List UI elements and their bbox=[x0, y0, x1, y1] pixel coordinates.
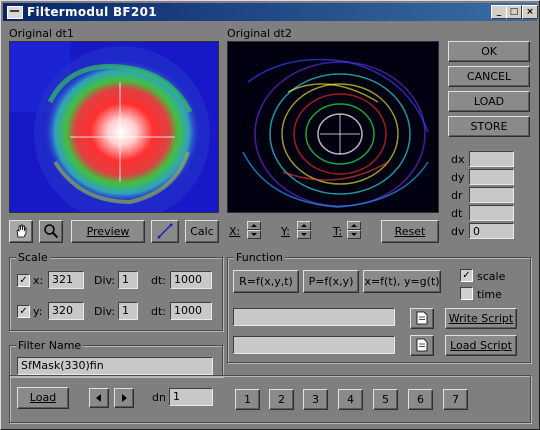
number-button-6[interactable]: 6 bbox=[408, 389, 433, 410]
t-spin-label: T: bbox=[333, 225, 343, 238]
filter-module-window: Filtermodul BF201 _ □ × Original dt1 Ori… bbox=[0, 0, 540, 430]
dn-input[interactable]: 1 bbox=[169, 388, 213, 406]
scale-option-label: scale bbox=[477, 270, 506, 283]
write-script-button[interactable]: Write Script bbox=[445, 308, 517, 329]
preview-button[interactable]: Preview bbox=[71, 220, 145, 243]
number-button-1[interactable]: 1 bbox=[235, 389, 260, 410]
right-image-label: Original dt2 bbox=[227, 27, 292, 40]
write-script-browse-button[interactable] bbox=[410, 308, 434, 329]
function-r-button[interactable]: R=f(x,y,t) bbox=[233, 270, 299, 293]
scale-y-div-input[interactable]: 1 bbox=[118, 302, 138, 320]
zoom-tool-button[interactable] bbox=[39, 220, 63, 243]
param-label-dx: dx bbox=[451, 153, 465, 166]
next-button[interactable] bbox=[114, 388, 134, 408]
reset-label: Reset bbox=[394, 225, 426, 238]
x-spin-down[interactable] bbox=[247, 230, 261, 239]
scale-y-div-label: Div: bbox=[94, 305, 116, 318]
arrow-right-icon bbox=[122, 394, 127, 402]
load-script-label: Load Script bbox=[450, 339, 512, 352]
calc-button[interactable]: Calc bbox=[185, 220, 219, 243]
y-spin-label: Y: bbox=[281, 225, 290, 238]
scale-x-div-label: Div: bbox=[94, 274, 116, 287]
original-dt1-image[interactable] bbox=[9, 41, 219, 213]
function-group-title: Function bbox=[234, 251, 285, 264]
param-field-dx[interactable] bbox=[469, 151, 514, 167]
magnifier-icon bbox=[44, 224, 59, 239]
scale-y-dt-input[interactable]: 1000 bbox=[170, 302, 212, 320]
param-field-dr[interactable] bbox=[469, 187, 514, 203]
number-button-5[interactable]: 5 bbox=[373, 389, 398, 410]
arrow-left-icon bbox=[96, 394, 101, 402]
previous-button[interactable] bbox=[89, 388, 109, 408]
reset-button[interactable]: Reset bbox=[381, 220, 439, 243]
scale-x-dt-label: dt: bbox=[151, 274, 167, 287]
app-icon[interactable] bbox=[7, 6, 23, 19]
param-field-dt[interactable] bbox=[469, 205, 514, 221]
filter-load-label: Load bbox=[29, 391, 57, 404]
t-spin-down[interactable] bbox=[347, 230, 361, 239]
line-draw-icon bbox=[157, 223, 173, 239]
scale-y-dt-label: dt: bbox=[151, 305, 167, 318]
load-script-button[interactable]: Load Script bbox=[445, 335, 517, 356]
write-script-path-field[interactable] bbox=[233, 308, 395, 326]
x-spin-up[interactable] bbox=[247, 221, 261, 230]
number-button-3[interactable]: 3 bbox=[303, 389, 328, 410]
scale-x-dt-input[interactable]: 1000 bbox=[170, 271, 212, 289]
scale-group-title: Scale bbox=[16, 251, 50, 264]
scale-x-checkbox[interactable]: ✓ bbox=[17, 274, 30, 287]
y-spin-up[interactable] bbox=[297, 221, 311, 230]
param-label-dv: dv bbox=[451, 225, 465, 238]
load-script-path-field[interactable] bbox=[233, 336, 395, 354]
scale-x-div-input[interactable]: 1 bbox=[118, 271, 138, 289]
param-label-dy: dy bbox=[451, 171, 465, 184]
x-spinner[interactable] bbox=[247, 221, 261, 241]
number-button-4[interactable]: 4 bbox=[338, 389, 363, 410]
hand-tool-button[interactable] bbox=[9, 220, 33, 243]
time-option-checkbox[interactable] bbox=[460, 287, 473, 300]
t-spin-up[interactable] bbox=[347, 221, 361, 230]
function-xy-button[interactable]: x=f(t), y=g(t) bbox=[363, 270, 441, 293]
hand-icon bbox=[16, 224, 27, 238]
document-icon bbox=[416, 311, 428, 325]
y-spinner[interactable] bbox=[297, 221, 311, 241]
t-spinner[interactable] bbox=[347, 221, 361, 241]
number-button-7[interactable]: 7 bbox=[443, 389, 468, 410]
original-dt2-image[interactable] bbox=[227, 41, 439, 213]
line-tool-button[interactable] bbox=[151, 220, 179, 243]
left-image-label: Original dt1 bbox=[9, 27, 74, 40]
scale-y-input[interactable]: 320 bbox=[48, 302, 84, 320]
scale-x-input[interactable]: 321 bbox=[48, 271, 84, 289]
param-field-dv[interactable]: 0 bbox=[469, 223, 514, 239]
x-spin-label: X: bbox=[229, 225, 241, 238]
title-bar[interactable]: Filtermodul BF201 _ □ × bbox=[3, 3, 538, 21]
filter-load-button[interactable]: Load bbox=[17, 387, 69, 409]
param-label-dr: dr bbox=[451, 189, 463, 202]
ok-button[interactable]: OK bbox=[448, 41, 530, 62]
document-icon bbox=[416, 338, 428, 352]
filter-name-input[interactable]: SfMask(330)fin bbox=[17, 357, 213, 375]
maximize-button[interactable]: □ bbox=[506, 5, 522, 19]
param-field-dy[interactable] bbox=[469, 169, 514, 185]
scale-y-checkbox[interactable]: ✓ bbox=[17, 305, 30, 318]
load-button[interactable]: LOAD bbox=[448, 91, 530, 112]
scale-option-checkbox[interactable]: ✓ bbox=[460, 269, 473, 282]
time-option-label: time bbox=[477, 288, 502, 301]
filter-name-title: Filter Name bbox=[16, 339, 84, 352]
window-title: Filtermodul BF201 bbox=[27, 5, 157, 19]
scale-y-label: y: bbox=[33, 305, 43, 318]
store-button[interactable]: STORE bbox=[448, 116, 530, 137]
y-spin-down[interactable] bbox=[297, 230, 311, 239]
write-script-label: Write Script bbox=[448, 312, 514, 325]
dn-label: dn bbox=[152, 391, 166, 404]
minimize-button[interactable]: _ bbox=[491, 5, 507, 19]
cancel-button[interactable]: CANCEL bbox=[448, 66, 530, 87]
scale-x-label: x: bbox=[33, 274, 44, 287]
preview-label: Preview bbox=[86, 225, 130, 238]
function-p-button[interactable]: P=f(x,y) bbox=[303, 270, 359, 293]
close-button[interactable]: × bbox=[522, 5, 538, 19]
number-button-2[interactable]: 2 bbox=[269, 389, 294, 410]
param-label-dt: dt bbox=[451, 207, 463, 220]
load-script-browse-button[interactable] bbox=[410, 335, 434, 356]
